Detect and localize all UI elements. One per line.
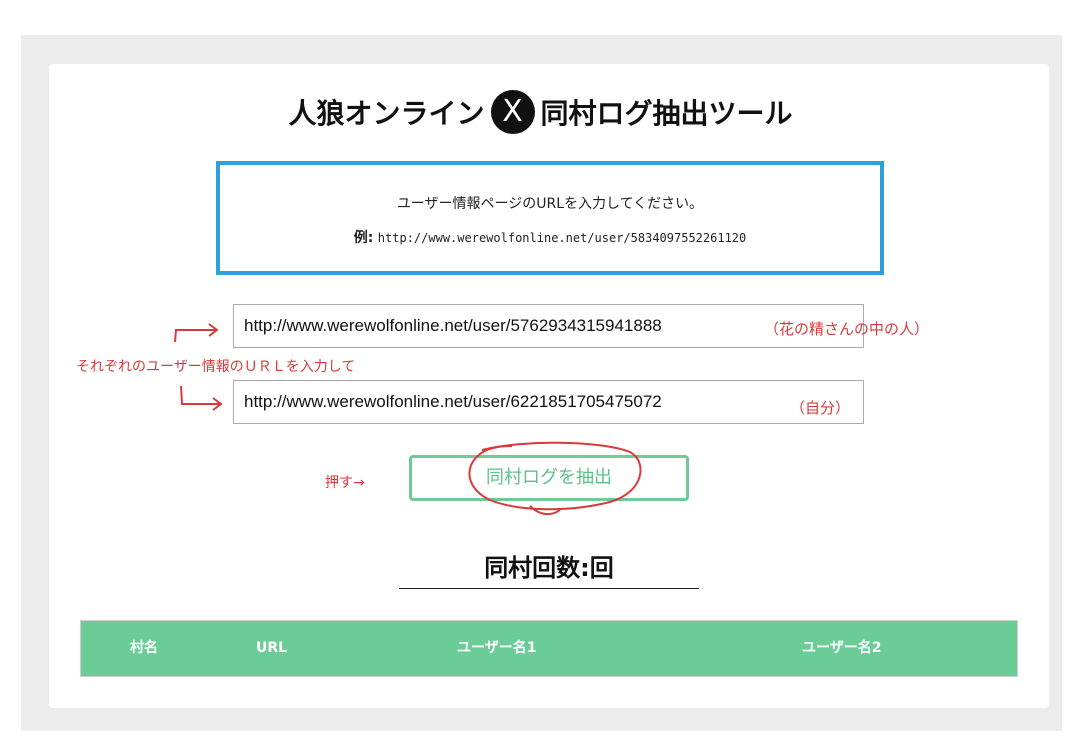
title-left: 人狼オンライン xyxy=(288,97,485,130)
annotation-push: 押す→ xyxy=(325,475,365,491)
same-village-count: 同村回数:回 xyxy=(399,548,699,589)
annotation-arrow-2-icon xyxy=(180,385,223,411)
annotation-arrow-1-icon xyxy=(174,323,219,343)
column-user-name-2: ユーザー名2 xyxy=(802,640,882,656)
title-right: 同村ログ抽出ツール xyxy=(540,97,793,130)
column-url: URL xyxy=(256,640,288,656)
column-village-name: 村名 xyxy=(130,640,158,656)
example-label: 例: xyxy=(353,230,374,246)
example-url: http://www.werewolfonline.net/user/58340… xyxy=(377,231,747,245)
url-input-2[interactable] xyxy=(233,380,864,424)
instruction-text: ユーザー情報ページのURLを入力してください。 xyxy=(396,196,704,212)
annotation-instruction: それぞれのユーザー情報のＵＲＬを入力して xyxy=(76,359,356,375)
annotation-note-2: （自分） xyxy=(790,399,851,417)
x-badge-icon: X xyxy=(490,90,535,134)
annotation-note-1: （花の精さんの中の人） xyxy=(764,320,930,338)
example-line: 例: http://www.werewolfonline.net/user/58… xyxy=(220,227,880,247)
column-user-name-1: ユーザー名1 xyxy=(457,640,537,656)
instruction-box: ユーザー情報ページのURLを入力してください。 例: http://www.we… xyxy=(216,161,884,275)
extract-log-button[interactable]: 同村ログを抽出 xyxy=(409,455,689,501)
page-title: 人狼オンライン X 同村ログ抽出ツール xyxy=(0,90,1081,134)
result-table-header: 村名 URL ユーザー名1 ユーザー名2 xyxy=(80,620,1018,677)
